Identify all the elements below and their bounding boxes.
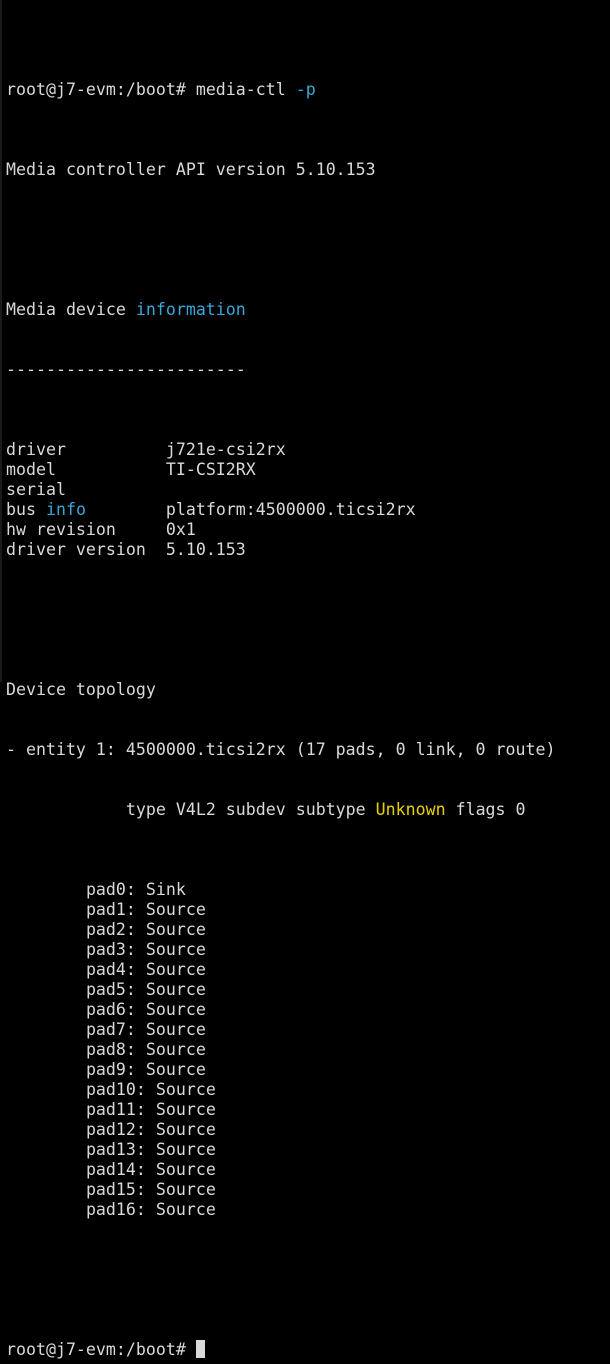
pad-text: pad0: Sink	[85, 880, 186, 899]
pad-row: pad5: Source	[6, 980, 610, 1000]
info-field-value: 0x1	[165, 520, 196, 539]
api-version-line: Media controller API version 5.10.153	[6, 160, 376, 179]
info-header-prefix: Media device	[6, 300, 136, 319]
type-suffix: flags 0	[445, 800, 526, 819]
info-field-key: driver version	[6, 540, 146, 559]
terminal-window[interactable]: root@j7-evm:/boot# media-ctl -p Media co…	[0, 0, 610, 1359]
info-field-key: driver	[6, 440, 66, 459]
pad-row: pad9: Source	[6, 1060, 610, 1080]
pad-row: pad16: Source	[6, 1200, 610, 1220]
pad-row: pad15: Source	[6, 1180, 610, 1200]
prompt-line[interactable]: root@j7-evm:/boot#	[6, 1340, 610, 1360]
info-field-row: serial	[6, 480, 610, 500]
command: media-ctl	[195, 80, 286, 99]
pad-row: pad1: Source	[6, 900, 610, 920]
command-line: root@j7-evm:/boot# media-ctl -p	[6, 80, 610, 100]
prompt: root@j7-evm:/boot#	[6, 80, 186, 99]
window-edge	[0, 0, 2, 682]
pad-text: pad8: Source	[85, 1040, 206, 1059]
pad-row: pad3: Source	[6, 940, 610, 960]
pad-text: pad4: Source	[85, 960, 206, 979]
info-header-highlight: information	[135, 300, 246, 319]
pad-text: pad13: Source	[85, 1140, 216, 1159]
pad-row: pad0: Sink	[6, 880, 610, 900]
info-field-key: model	[6, 460, 56, 479]
info-field-row: model TI-CSI2RX	[6, 460, 610, 480]
info-field-value: j721e-csi2rx	[165, 440, 286, 459]
pad-text: pad7: Source	[85, 1020, 206, 1039]
pad-row: pad4: Source	[6, 960, 610, 980]
type-highlight: Unknown	[375, 800, 446, 819]
pad-row: pad13: Source	[6, 1140, 610, 1160]
info-field-row: hw revision 0x1	[6, 520, 610, 540]
info-field-row: bus info platform:4500000.ticsi2rx	[6, 500, 610, 520]
info-header: Media device information	[6, 300, 610, 320]
info-field-value: platform:4500000.ticsi2rx	[165, 500, 416, 519]
separator: ------------------------	[6, 360, 246, 379]
pad-row: pad6: Source	[6, 1000, 610, 1020]
pad-text: pad9: Source	[85, 1060, 206, 1079]
topology-header: Device topology	[6, 680, 156, 699]
pad-text: pad15: Source	[85, 1180, 216, 1199]
pad-row: pad14: Source	[6, 1160, 610, 1180]
pad-list: pad0: Sink pad1: Source pad2: Source pad…	[6, 880, 610, 1220]
pad-row: pad11: Source	[6, 1100, 610, 1120]
pad-text: pad11: Source	[85, 1100, 216, 1119]
pad-row: pad2: Source	[6, 920, 610, 940]
info-field-value: TI-CSI2RX	[165, 460, 256, 479]
pad-text: pad5: Source	[85, 980, 206, 999]
pad-text: pad2: Source	[85, 920, 206, 939]
type-prefix: type V4L2 subdev subtype	[125, 800, 376, 819]
info-fields: driver j721e-csi2rx model TI-CSI2RX serial…	[6, 440, 610, 560]
info-field-key: serial	[6, 480, 66, 499]
entity-type-line: type V4L2 subdev subtype Unknown flags 0	[6, 800, 610, 820]
cursor	[195, 1340, 205, 1358]
pad-text: pad1: Source	[85, 900, 206, 919]
pad-row: pad10: Source	[6, 1080, 610, 1100]
pad-text: pad16: Source	[85, 1200, 216, 1219]
info-field-value: 5.10.153	[165, 540, 246, 559]
pad-row: pad8: Source	[6, 1040, 610, 1060]
info-field-row: driver version 5.10.153	[6, 540, 610, 560]
command-flag: -p	[295, 80, 316, 99]
info-field-key: hw revision	[6, 520, 116, 539]
info-field-key: bus info	[6, 500, 86, 519]
pad-row: pad12: Source	[6, 1120, 610, 1140]
pad-text: pad10: Source	[85, 1080, 216, 1099]
pad-text: pad14: Source	[85, 1160, 216, 1179]
prompt: root@j7-evm:/boot#	[6, 1340, 186, 1359]
info-field-row: driver j721e-csi2rx	[6, 440, 610, 460]
pad-text: pad3: Source	[85, 940, 206, 959]
pad-text: pad12: Source	[85, 1120, 216, 1139]
pad-text: pad6: Source	[85, 1000, 206, 1019]
entity-line: - entity 1: 4500000.ticsi2rx (17 pads, 0…	[6, 740, 556, 759]
pad-row: pad7: Source	[6, 1020, 610, 1040]
